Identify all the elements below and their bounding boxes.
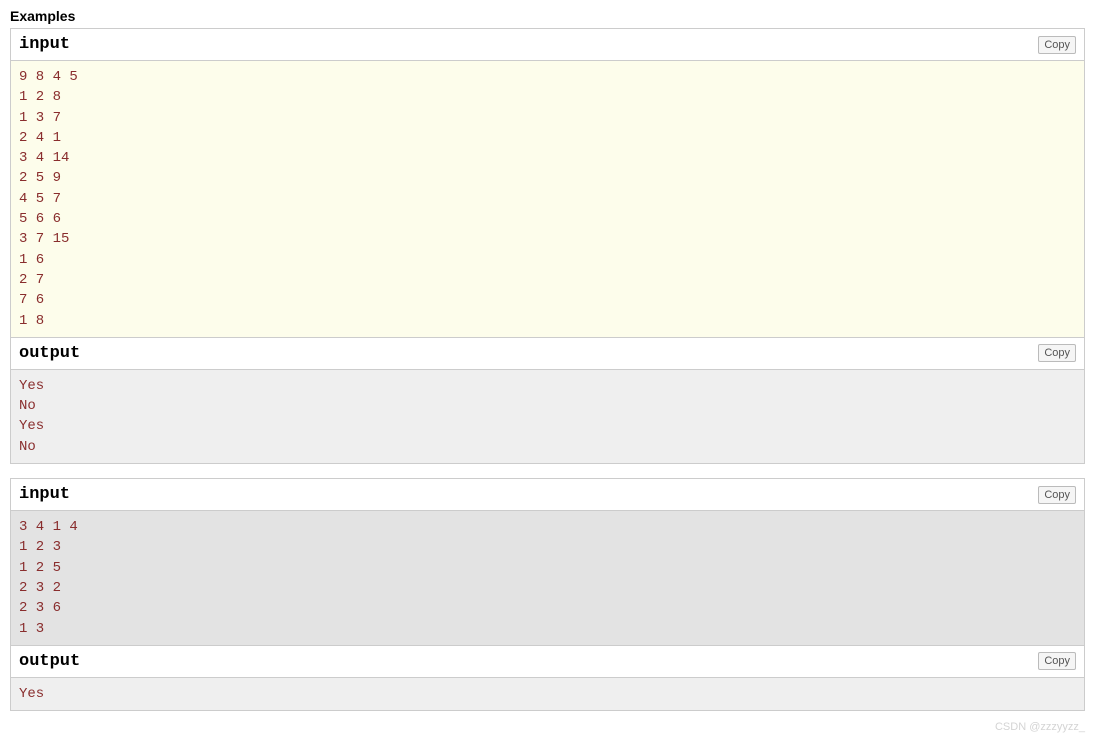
copy-button[interactable]: Copy — [1038, 36, 1076, 54]
copy-button[interactable]: Copy — [1038, 652, 1076, 670]
copy-button[interactable]: Copy — [1038, 344, 1076, 362]
examples-heading: Examples — [10, 8, 1085, 24]
copy-button[interactable]: Copy — [1038, 486, 1076, 504]
output-title: output — [19, 652, 80, 671]
input-title: input — [19, 35, 70, 54]
input-content: 3 4 1 4 1 2 3 1 2 5 2 3 2 2 3 6 1 3 — [11, 511, 1084, 645]
output-section: output Copy Yes — [11, 646, 1084, 710]
output-content: Yes No Yes No — [11, 370, 1084, 463]
watermark: CSDN @zzzyyzz_ — [995, 721, 1085, 733]
output-header: output Copy — [11, 338, 1084, 370]
output-content: Yes — [11, 678, 1084, 710]
output-header: output Copy — [11, 646, 1084, 678]
example-block-1: input Copy 9 8 4 5 1 2 8 1 3 7 2 4 1 3 4… — [10, 28, 1085, 464]
output-title: output — [19, 344, 80, 363]
input-title: input — [19, 485, 70, 504]
input-section: input Copy 3 4 1 4 1 2 3 1 2 5 2 3 2 2 3… — [11, 479, 1084, 646]
input-content: 9 8 4 5 1 2 8 1 3 7 2 4 1 3 4 14 2 5 9 4… — [11, 61, 1084, 337]
input-section: input Copy 9 8 4 5 1 2 8 1 3 7 2 4 1 3 4… — [11, 29, 1084, 338]
example-block-2: input Copy 3 4 1 4 1 2 3 1 2 5 2 3 2 2 3… — [10, 478, 1085, 711]
input-header: input Copy — [11, 479, 1084, 511]
input-header: input Copy — [11, 29, 1084, 61]
output-section: output Copy Yes No Yes No — [11, 338, 1084, 463]
